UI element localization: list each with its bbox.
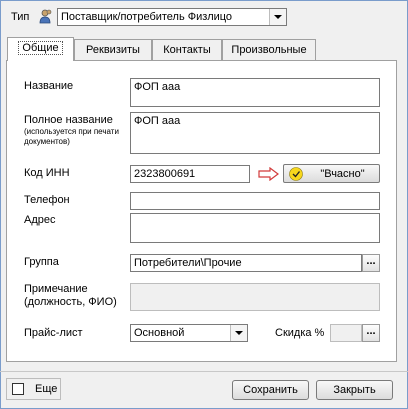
close-button[interactable]: Закрыть xyxy=(316,380,393,400)
arrow-right-icon xyxy=(258,166,280,182)
fullname-label: Полное название xyxy=(24,114,113,126)
group-browse-button[interactable]: ... xyxy=(362,254,380,272)
fullname-field-value: ФОП ааа xyxy=(134,115,181,127)
save-button-label: Сохранить xyxy=(243,384,298,396)
tab-general[interactable]: Общие xyxy=(7,37,74,61)
address-field[interactable] xyxy=(130,213,380,243)
inn-field[interactable]: 2323800691 xyxy=(130,165,250,183)
tab-label: Общие xyxy=(18,41,63,55)
vchasno-button-label: "Вчасно" xyxy=(320,168,365,180)
name-field-value: ФОП ааа xyxy=(134,81,181,93)
phone-label: Телефон xyxy=(24,194,70,206)
fullname-field[interactable]: ФОП ааа xyxy=(130,112,380,154)
people-icon xyxy=(37,8,53,24)
name-label: Название xyxy=(24,80,74,92)
tab-contacts[interactable]: Контакты xyxy=(152,39,222,61)
vchasno-logo-icon xyxy=(289,167,303,181)
tab-label: Произвольные xyxy=(231,44,307,56)
note-label: Примечание (должность, ФИО) xyxy=(24,283,117,308)
discount-field[interactable] xyxy=(330,324,362,342)
vchasno-button[interactable]: "Вчасно" xyxy=(283,164,380,183)
pricelist-select-value: Основной xyxy=(134,327,185,339)
dots-icon: ... xyxy=(366,255,376,267)
group-field[interactable]: Потребители\Прочие xyxy=(130,254,362,272)
tab-requisites[interactable]: Реквизиты xyxy=(74,39,152,61)
type-select[interactable]: Поставщик/потребитель Физлицо xyxy=(57,8,287,26)
close-button-label: Закрыть xyxy=(333,384,376,396)
chevron-down-icon[interactable] xyxy=(269,9,286,25)
discount-browse-button[interactable]: ... xyxy=(362,324,380,342)
type-select-value: Поставщик/потребитель Физлицо xyxy=(61,11,233,23)
pricelist-select[interactable]: Основной xyxy=(130,324,248,342)
dots-icon: ... xyxy=(366,325,376,337)
tab-label: Контакты xyxy=(163,44,211,56)
name-field[interactable]: ФОП ааа xyxy=(130,78,380,107)
inn-label: Код ИНН xyxy=(24,167,70,179)
save-button[interactable]: Сохранить xyxy=(232,380,309,400)
phone-field[interactable] xyxy=(130,192,380,210)
more-label: Еще xyxy=(35,383,58,395)
inn-field-value: 2323800691 xyxy=(134,168,196,180)
footer-divider xyxy=(0,371,408,372)
more-toggle[interactable]: Еще xyxy=(6,378,61,400)
tab-custom[interactable]: Произвольные xyxy=(222,39,316,61)
chevron-down-icon[interactable] xyxy=(230,325,247,341)
group-field-value: Потребители\Прочие xyxy=(134,257,242,269)
note-field[interactable] xyxy=(130,283,380,311)
more-checkbox[interactable] xyxy=(12,383,24,395)
fullname-hint: (используется при печати документов) xyxy=(24,127,119,146)
pricelist-label: Прайс-лист xyxy=(24,327,83,339)
tab-label: Реквизиты xyxy=(86,44,140,56)
discount-label: Скидка % xyxy=(275,327,325,339)
group-label: Группа xyxy=(24,256,59,268)
address-label: Адрес xyxy=(24,214,56,226)
type-label: Тип xyxy=(11,11,30,23)
